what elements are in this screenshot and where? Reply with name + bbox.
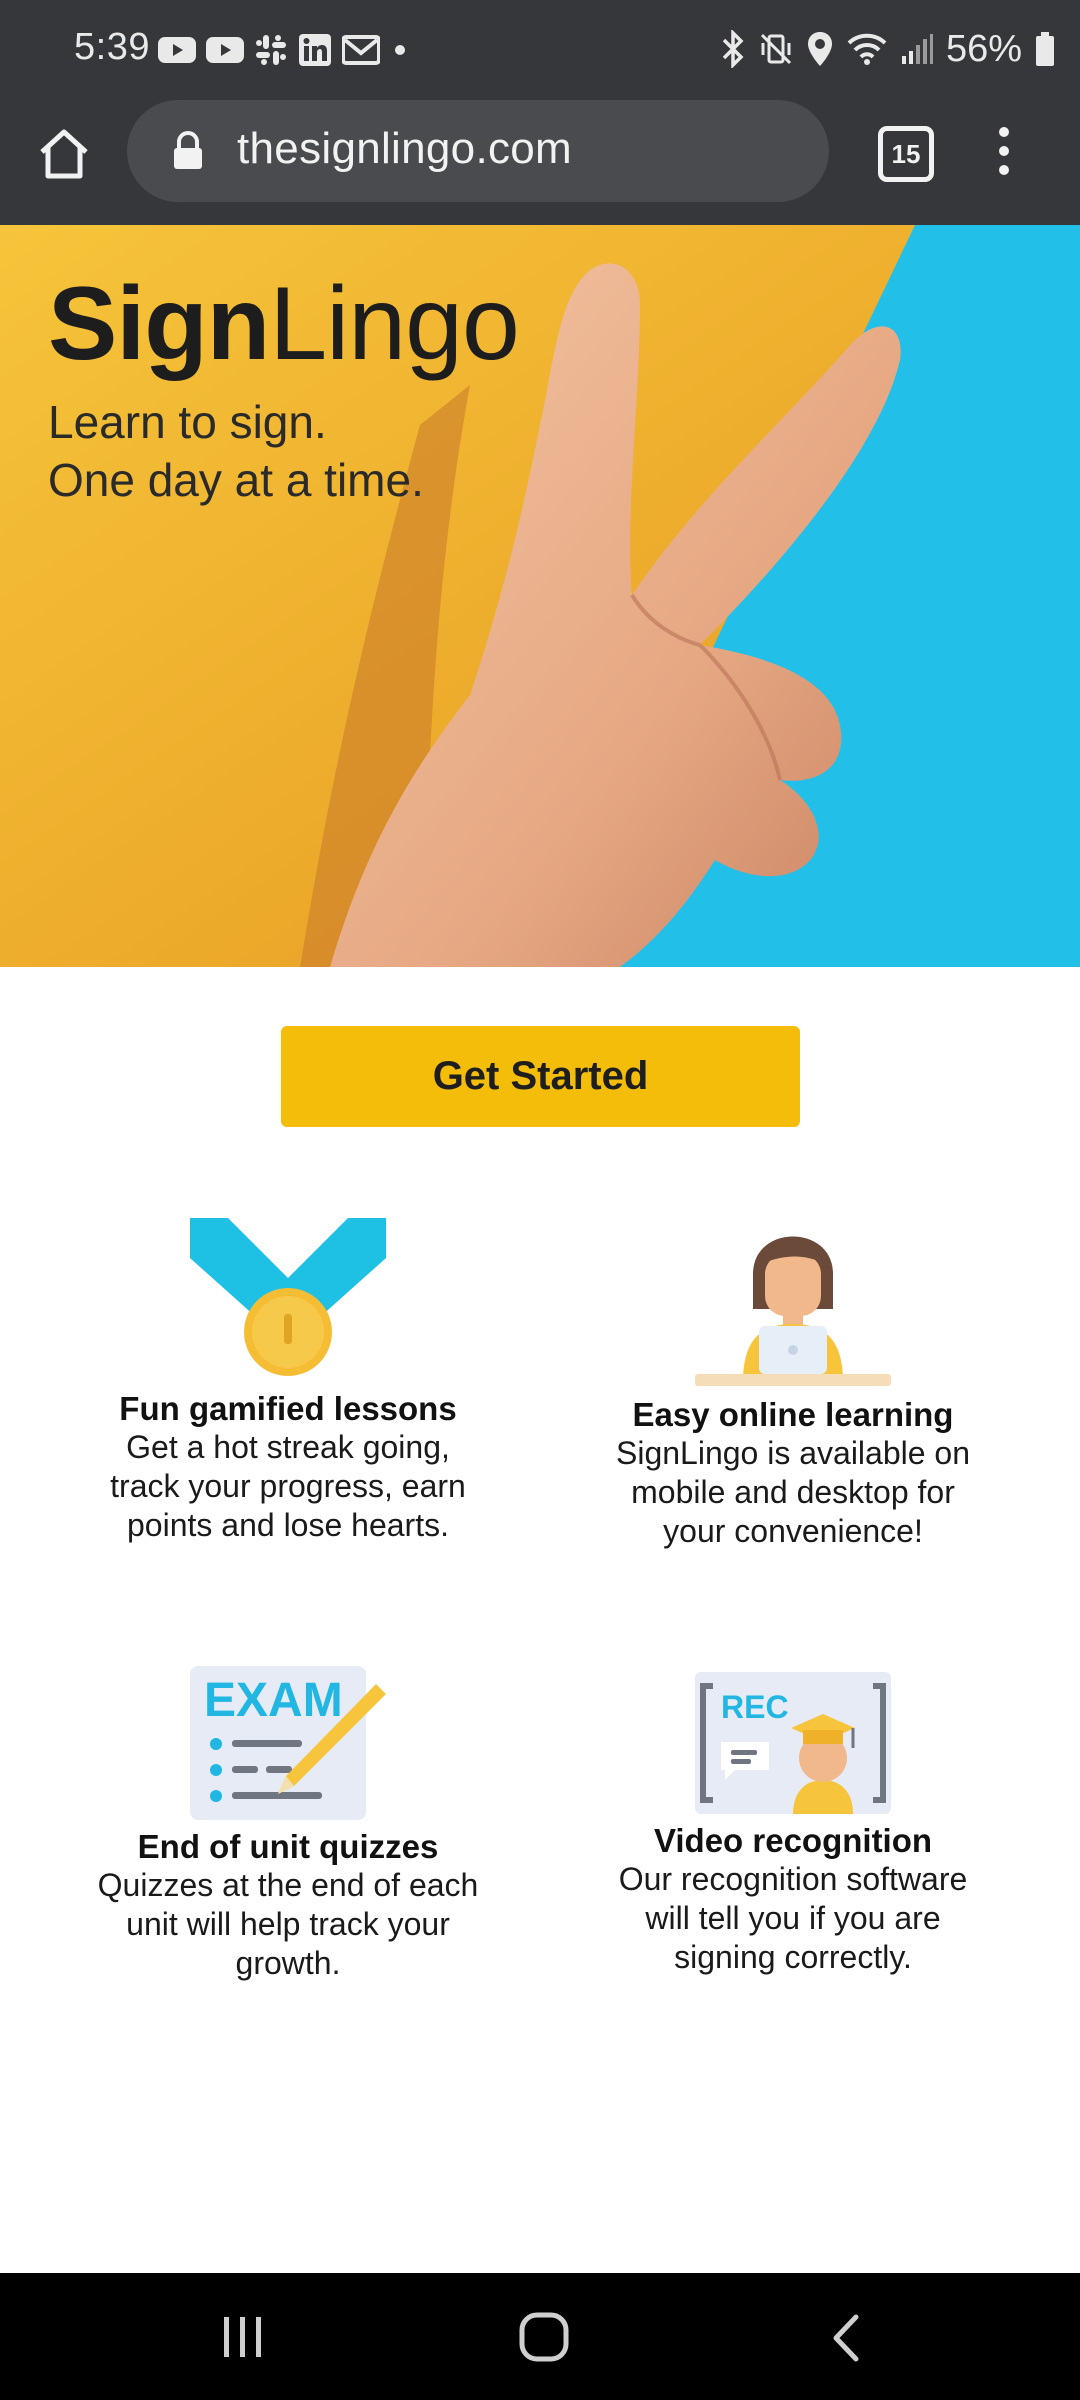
feature-desc-line: Quizzes at the end of each	[97, 1867, 479, 1903]
battery-percent: 56%	[945, 27, 1022, 70]
location-icon	[807, 32, 832, 66]
status-time: 5:39	[74, 26, 150, 68]
feature-desc-line: your convenience!	[663, 1513, 923, 1549]
tab-switcher-button[interactable]: 15	[878, 126, 934, 182]
feature-description: Our recognition software will tell you i…	[553, 1860, 1033, 1977]
feature-desc-line: SignLingo is available on	[615, 1435, 971, 1471]
slack-icon	[256, 35, 286, 65]
feature-desc-line: unit will help track your	[126, 1906, 450, 1942]
exam-icon: EXAM	[190, 1666, 386, 1820]
feature-title: Fun gamified lessons	[119, 1390, 457, 1427]
feature-title: Video recognition	[653, 1822, 933, 1859]
feature-description: Quizzes at the end of each unit will hel…	[48, 1866, 528, 1983]
feature-online-learning: Easy online learning SignLingo is availa…	[553, 1214, 1033, 1551]
feature-video-recognition: REC Video recognition Our recognition so…	[553, 1672, 1033, 1977]
rec-label: REC	[721, 1689, 789, 1725]
home-icon[interactable]	[34, 124, 94, 184]
feature-desc-line: points and lose hearts.	[127, 1507, 449, 1543]
exam-label: EXAM	[204, 1674, 343, 1727]
feature-title: Easy online learning	[632, 1396, 954, 1433]
youtube-icon	[206, 37, 244, 63]
medal-icon	[190, 1218, 386, 1376]
dot-icon	[395, 45, 405, 55]
feature-description: SignLingo is available on mobile and des…	[553, 1434, 1033, 1551]
system-nav-bar	[0, 2273, 1080, 2400]
feature-desc-line: mobile and desktop for	[631, 1474, 955, 1510]
tagline-line-1: Learn to sign.	[48, 396, 327, 448]
feature-desc-line: will tell you if you are	[645, 1900, 941, 1936]
feature-unit-quizzes: EXAM End of unit quizzes Quizzes at the …	[48, 1666, 528, 1983]
youtube-icon	[158, 37, 196, 63]
wifi-icon	[847, 33, 887, 65]
lock-icon	[174, 131, 202, 169]
feature-gamified-lessons: Fun gamified lessons Get a hot streak go…	[48, 1218, 528, 1545]
battery-icon	[1036, 32, 1054, 66]
feature-desc-line: growth.	[235, 1945, 341, 1981]
status-bar: 5:39 56%	[0, 0, 1080, 100]
recent-apps-icon[interactable]	[218, 2315, 268, 2359]
person-laptop-icon	[695, 1236, 891, 1386]
feature-title: End of unit quizzes	[137, 1828, 439, 1865]
get-started-button[interactable]: Get Started	[281, 1026, 800, 1127]
bluetooth-icon	[722, 30, 744, 68]
feature-description: Get a hot streak going, track your progr…	[48, 1428, 528, 1545]
signal-icon	[901, 34, 933, 64]
brand-logo: SignLingo	[48, 265, 520, 384]
linkedin-icon	[299, 34, 331, 66]
feature-desc-line: Our recognition software	[618, 1861, 968, 1897]
url-text[interactable]: thesignlingo.com	[237, 124, 572, 174]
browser-toolbar: thesignlingo.com 15	[0, 100, 1080, 225]
tagline-line-2: One day at a time.	[48, 454, 424, 506]
back-icon[interactable]	[826, 2313, 866, 2363]
video-rec-icon: REC	[695, 1672, 891, 1814]
address-bar[interactable]: thesignlingo.com	[127, 100, 829, 202]
hero-banner: SignLingo Learn to sign. One day at a ti…	[0, 225, 1080, 967]
hero-tagline: Learn to sign. One day at a time.	[48, 393, 424, 509]
home-nav-icon[interactable]	[518, 2311, 572, 2363]
brand-light: Lingo	[269, 266, 519, 382]
more-menu-icon[interactable]	[992, 126, 1016, 176]
feature-desc-line: track your progress, earn	[110, 1468, 466, 1504]
feature-desc-line: signing correctly.	[674, 1939, 912, 1975]
gmail-icon	[342, 35, 380, 65]
system-icons: 56%	[720, 26, 1056, 72]
notification-icons	[158, 30, 410, 70]
brand-bold: Sign	[48, 266, 270, 382]
vibrate-icon	[760, 33, 791, 65]
feature-desc-line: Get a hot streak going,	[126, 1429, 450, 1465]
